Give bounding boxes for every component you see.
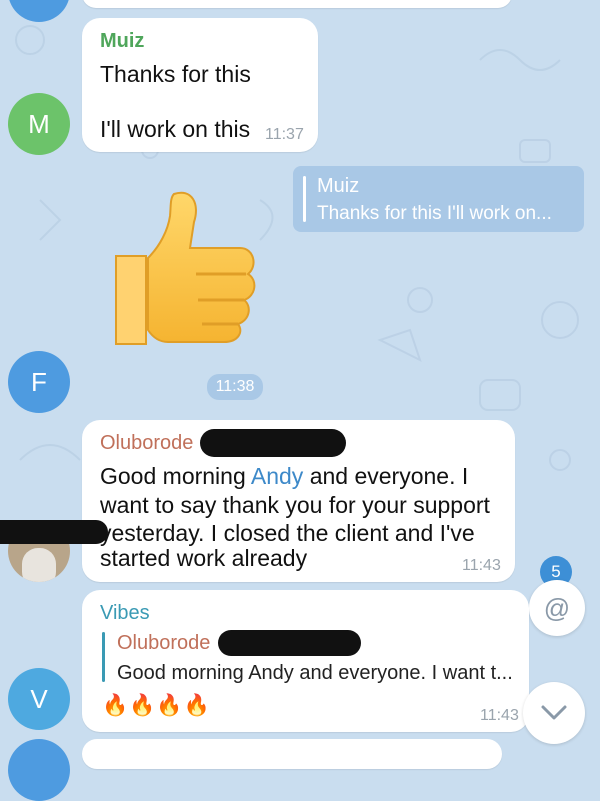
text-segment: Good morning — [100, 463, 251, 489]
message-bubble-muiz[interactable]: Muiz Thanks for this I'll work on this 1… — [82, 18, 318, 152]
avatar[interactable] — [8, 0, 70, 22]
message-bubble-oluborode[interactable]: Oluborode Good morning Andy and everyone… — [82, 420, 515, 582]
message-time: 11:37 — [265, 126, 304, 143]
avatar-letter: F — [31, 366, 47, 397]
avatar[interactable] — [8, 739, 70, 801]
previous-message-bubble[interactable] — [82, 0, 512, 8]
next-message-bubble[interactable] — [82, 739, 502, 769]
fire-emoji-text: 🔥🔥🔥🔥 — [102, 694, 211, 717]
scroll-down-button[interactable] — [523, 682, 585, 744]
sender-name[interactable]: Oluborode — [100, 432, 193, 455]
reply-sender-name[interactable]: Oluborode — [117, 632, 210, 655]
mentions-button[interactable]: @ — [529, 580, 585, 636]
avatar-photo-shape — [22, 548, 56, 582]
avatar-vibes[interactable]: V — [8, 668, 70, 730]
reply-bar — [303, 176, 306, 222]
sticker-time: 11:38 — [207, 374, 263, 400]
redacted-name-bar — [200, 429, 346, 457]
message-text-line: want to say thank you for your support — [100, 492, 490, 518]
message-time: 11:43 — [462, 557, 501, 574]
message-text-line: Thanks for this — [100, 61, 251, 87]
reply-sender-name: Muiz — [317, 175, 360, 197]
message-time: 11:43 — [480, 707, 519, 724]
avatar-muiz[interactable]: M — [8, 93, 70, 155]
text-segment: and everyone. I — [303, 463, 469, 489]
reply-quote-card[interactable]: Muiz Thanks for this I'll work on... — [293, 166, 584, 232]
avatar-letter: V — [30, 683, 48, 714]
mentions-count: 5 — [551, 562, 561, 581]
message-text-line: I'll work on this — [100, 116, 251, 142]
message-text-line: Good morning Andy and everyone. I — [100, 461, 468, 492]
avatar-f[interactable]: F — [8, 351, 70, 413]
message-text-line: started work already — [100, 545, 308, 571]
chevron-down-icon — [541, 705, 567, 720]
reply-preview-text: Thanks for this I'll work on... — [317, 203, 552, 224]
reply-preview-text: Good morning Andy and everyone. I want t… — [117, 662, 513, 684]
sender-name[interactable]: Muiz — [100, 30, 144, 53]
reply-bar — [102, 632, 105, 682]
avatar-letter: M — [28, 108, 50, 139]
message-bubble-vibes[interactable]: Vibes Oluborode Good morning Andy and ev… — [82, 590, 529, 732]
sender-name[interactable]: Vibes — [100, 602, 150, 625]
mention-link[interactable]: Andy — [251, 463, 303, 489]
thumbs-up-sticker[interactable] — [112, 186, 262, 346]
at-icon: @ — [543, 592, 571, 623]
redacted-name-bar — [218, 630, 361, 656]
redacted-overlay-bar — [0, 520, 108, 544]
